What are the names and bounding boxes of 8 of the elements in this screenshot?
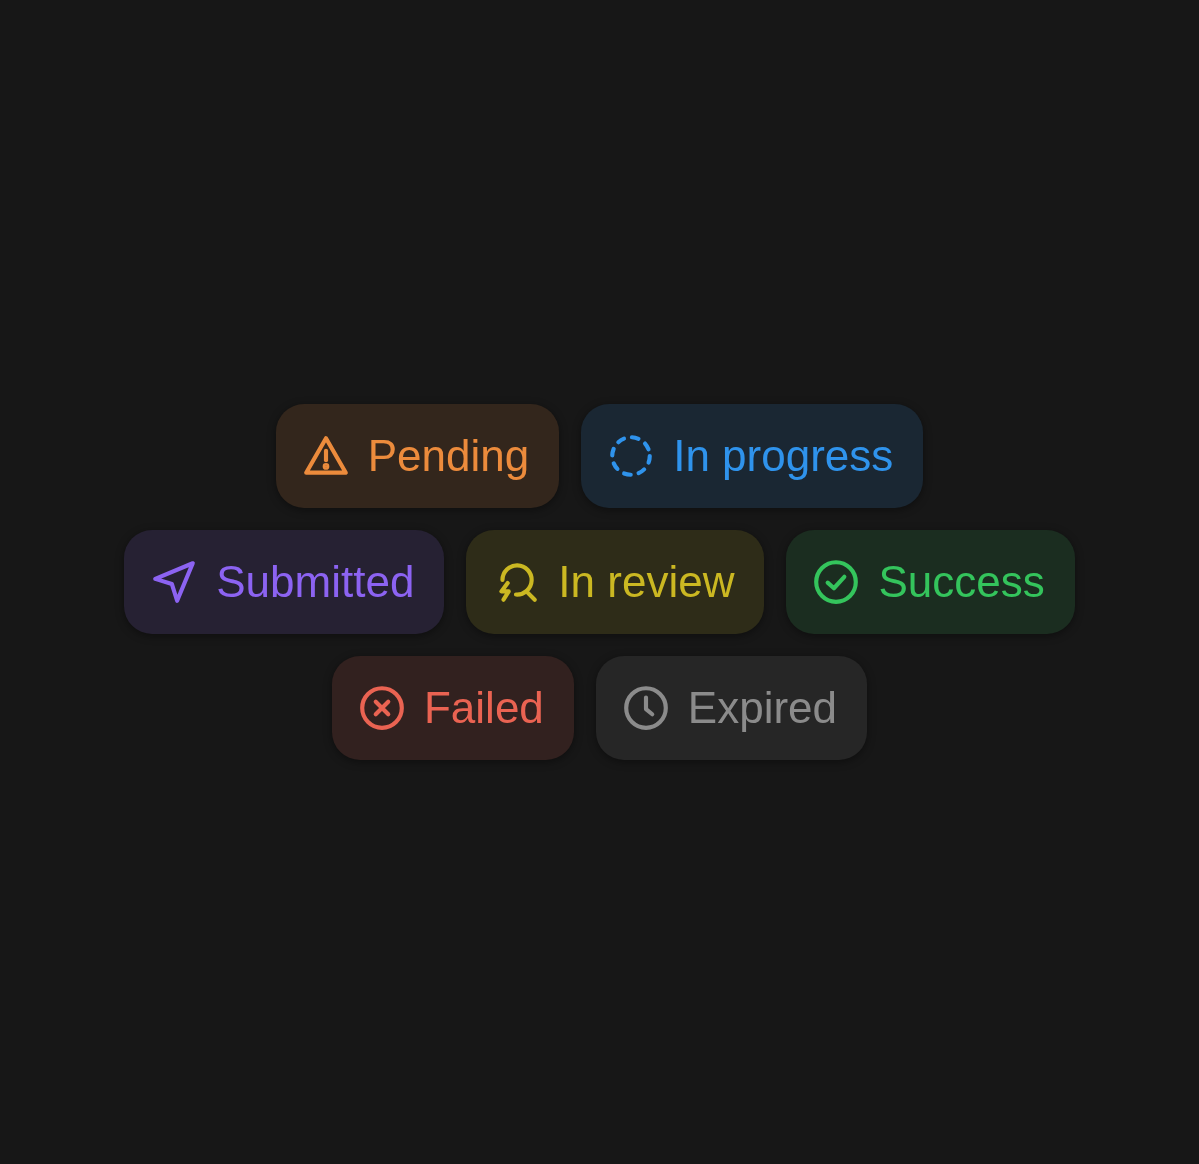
- status-label: Success: [878, 557, 1045, 607]
- status-label: Expired: [687, 683, 837, 733]
- error-icon: [357, 683, 407, 733]
- status-label: In progress: [673, 431, 894, 481]
- status-label: Submitted: [216, 557, 415, 607]
- status-label: In review: [558, 557, 735, 607]
- status-label: Pending: [367, 431, 530, 481]
- status-label: Failed: [424, 683, 544, 733]
